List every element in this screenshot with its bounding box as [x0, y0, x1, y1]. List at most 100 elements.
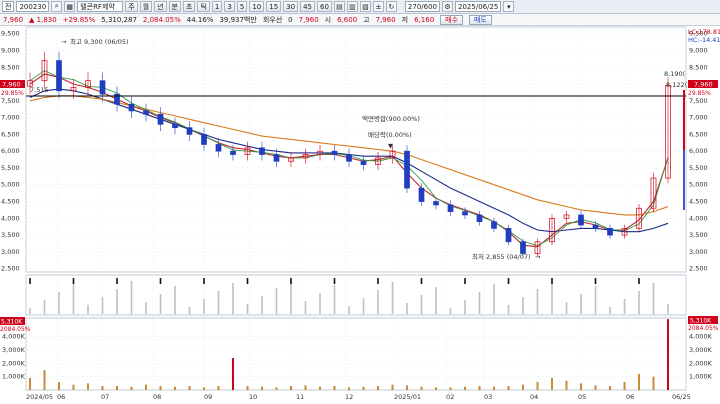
ex-dividend-marker: ▼: [388, 142, 393, 150]
price-tick-label-right: 7,000: [689, 114, 708, 122]
signal-bar: [522, 297, 524, 314]
signal-bar: [159, 294, 162, 314]
signal-bar: [406, 303, 408, 314]
signal-bar: [319, 293, 321, 314]
candle-body: [143, 110, 149, 115]
volume-bar: [145, 384, 147, 390]
volume-tick-label: 3,000K: [2, 346, 26, 354]
signal-bar: [43, 300, 46, 314]
volume-bar: [246, 386, 249, 390]
price-axis-right: 9,5009,0008,5008,0007,5007,0006,5006,000…: [689, 30, 708, 273]
right-price-pct: 29.85%: [688, 90, 711, 97]
date-tick-label: 08: [153, 393, 161, 401]
volume-bar: [652, 376, 655, 390]
signal-bar: [420, 295, 423, 314]
signal-tick: [464, 278, 466, 284]
signal-bar: [333, 285, 336, 314]
level-line-label: 7,515: [30, 86, 49, 94]
signal-bar: [72, 284, 75, 314]
signal-bar: [145, 302, 147, 314]
price-tick-label: 5,000: [1, 181, 20, 189]
date-tick-label: 2025/01: [394, 393, 421, 401]
volume-bar: [565, 380, 568, 390]
signal-bar: [304, 301, 307, 314]
price-tick-label-right: 2,500: [689, 265, 708, 273]
candle-body: [186, 127, 193, 135]
signal-tick: [638, 278, 640, 284]
signal-bar: [101, 297, 104, 314]
signal-bar: [261, 296, 263, 314]
signal-pane[interactable]: [25, 274, 687, 316]
volume-bar: [667, 319, 669, 390]
candle-body: [418, 187, 425, 202]
signal-bar: [203, 299, 205, 314]
volume-bar: [116, 386, 118, 390]
volume-bar: [551, 378, 553, 390]
candle-body: [447, 204, 454, 212]
price-tick-label: 2,500: [1, 265, 20, 273]
volume-bar: [304, 385, 307, 390]
signal-tick: [377, 278, 379, 284]
signal-tick: [594, 278, 597, 284]
stock-chart[interactable]: 9,5009,0008,5008,0007,5007,0006,5006,000…: [0, 0, 720, 404]
signal-bar: [580, 294, 582, 314]
signal-bar: [58, 292, 60, 314]
candle-body: [462, 211, 468, 216]
price-tick-label: 7,000: [1, 114, 20, 122]
volume-bar: [580, 383, 582, 390]
candle-body: [201, 134, 207, 145]
signal-tick: [246, 278, 249, 284]
low-marker-arrow: →: [535, 253, 541, 261]
volume-bar: [203, 387, 205, 390]
candle-body: [607, 228, 613, 236]
price-tick-label-right: 6,000: [689, 147, 708, 155]
signal-tick: [159, 278, 162, 284]
volume-pane[interactable]: [25, 317, 687, 391]
volume-bar: [275, 387, 278, 390]
date-tick-label: 10: [249, 393, 257, 401]
volume-tick-label: 4,000K: [2, 333, 26, 341]
signal-bar: [130, 281, 133, 314]
date-tick-label: 11: [296, 393, 304, 401]
signal-bar: [246, 304, 249, 314]
signal-tick: [290, 278, 292, 284]
volume-bar: [217, 386, 220, 390]
signal-bar: [667, 304, 669, 314]
date-axis: 2024/05 06 07 08 09 10 11 12 2025/01 02 03 04 05 06 06…: [26, 393, 691, 401]
signal-bar: [594, 286, 597, 314]
candle-body: [273, 154, 280, 162]
date-tick-label: 06: [57, 393, 65, 401]
price-tick-label-right: 5,500: [689, 164, 708, 172]
volume-bar: [377, 386, 379, 390]
price-tick-label-right: 5,000: [689, 181, 708, 189]
date-tick-label: 06/25: [672, 393, 691, 401]
volume-tick-label: 1,000K: [2, 373, 26, 381]
volume-bar: [493, 386, 495, 390]
volume-bar: [232, 358, 234, 390]
date-tick-label: 03: [484, 393, 492, 401]
volume-tick-label-right: 2,000K: [689, 359, 713, 367]
signal-bar: [116, 289, 118, 314]
candle-body: [491, 221, 497, 229]
signal-bar: [275, 288, 278, 314]
date-tick-label: 02: [446, 393, 454, 401]
right-volume-pct: 2084.05%: [688, 325, 719, 332]
candle-body: [56, 60, 62, 92]
price-tick-label: 3,500: [1, 231, 20, 239]
top-label-8122: 8,122(: [666, 81, 688, 89]
volume-bar: [536, 382, 539, 390]
candle-body: [215, 144, 222, 152]
signal-bar: [551, 281, 553, 314]
hc-label: HC:-14.41: [688, 36, 720, 44]
volume-bar: [435, 387, 437, 390]
candle-body: [578, 214, 584, 226]
volume-bar: [391, 384, 394, 390]
candle-body: [433, 201, 439, 206]
volume-tick-label-right: 1,000K: [689, 373, 713, 381]
volume-bar: [159, 386, 162, 390]
candle-body: [157, 113, 164, 125]
ex-dividend-annotation: 배당락(0.00%): [368, 130, 412, 139]
price-tick-label: 4,500: [1, 198, 20, 206]
candle-body: [520, 241, 526, 254]
volume-bar: [449, 387, 452, 390]
